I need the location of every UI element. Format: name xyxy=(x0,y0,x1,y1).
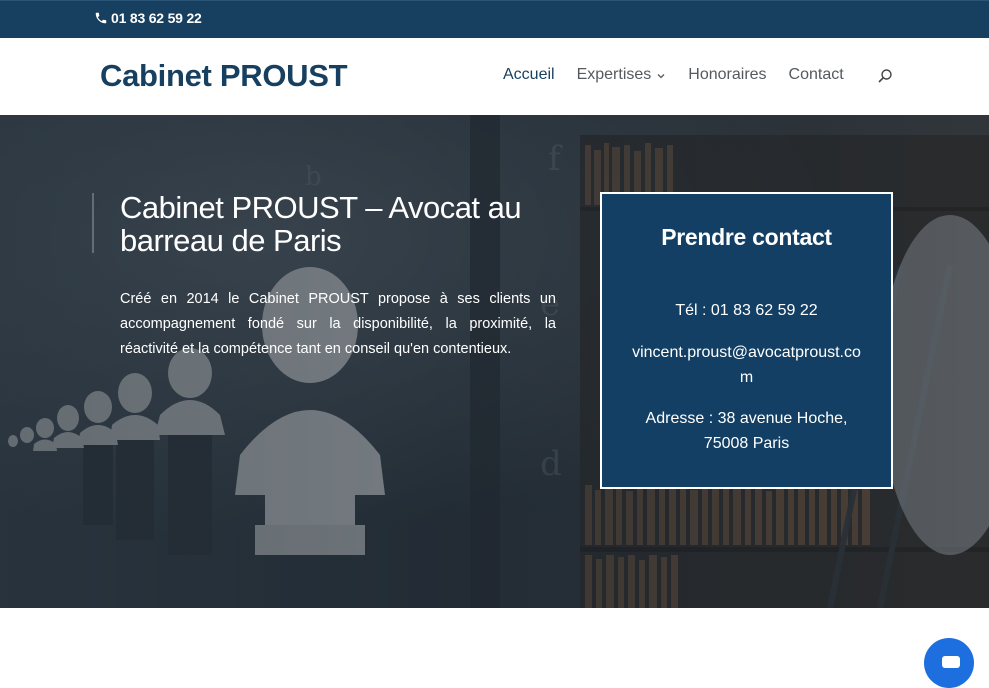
chat-button[interactable] xyxy=(924,638,974,688)
nav-item-contact[interactable]: Contact xyxy=(789,66,844,84)
site-logo[interactable]: Cabinet PROUST xyxy=(100,58,348,94)
phone-icon xyxy=(95,12,107,24)
chevron-down-icon xyxy=(657,74,665,79)
nav-item-label: Accueil xyxy=(503,66,555,83)
nav-item-label: Expertises xyxy=(576,66,652,83)
nav-item-expertises[interactable]: Expertises xyxy=(577,66,667,84)
chat-icon xyxy=(942,656,960,668)
main-nav: Accueil Expertises Honoraires Contact xyxy=(503,66,892,84)
top-phone-number: 01 83 62 59 22 xyxy=(111,10,202,26)
contact-phone[interactable]: Tél : 01 83 62 59 22 xyxy=(627,298,867,323)
contact-title: Prendre contact xyxy=(661,224,832,250)
hero-title: Cabinet PROUST – Avocat au barreau de Pa… xyxy=(120,190,522,258)
top-phone[interactable]: 01 83 62 59 22 xyxy=(94,10,202,26)
nav-item-label: Contact xyxy=(788,66,844,83)
nav-item-label: Honoraires xyxy=(688,66,767,83)
contact-address: Adresse : 38 avenue Hoche, 75008 Paris xyxy=(645,410,848,452)
search-icon[interactable] xyxy=(877,68,893,84)
top-bar: 01 83 62 59 22 xyxy=(0,0,989,38)
hero-section: f d e b Cabinet PROUST – Avocat au barre… xyxy=(0,115,989,608)
hero-description: Créé en 2014 le Cabinet PROUST propose à… xyxy=(120,291,556,357)
contact-email[interactable]: vincent.proust@avocatproust.com xyxy=(627,340,867,390)
nav-item-accueil[interactable]: Accueil xyxy=(503,66,555,84)
contact-box: Prendre contact Tél : 01 83 62 59 22 vin… xyxy=(600,192,893,489)
site-header: Cabinet PROUST Accueil Expertises Honora… xyxy=(0,38,989,115)
hero-divider xyxy=(92,193,94,253)
nav-item-honoraires[interactable]: Honoraires xyxy=(688,66,766,84)
